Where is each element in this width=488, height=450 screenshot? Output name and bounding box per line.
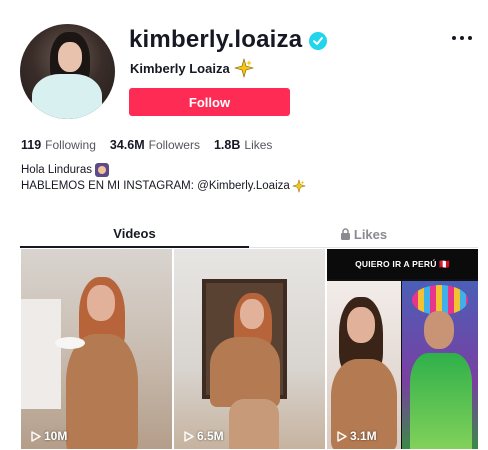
profile-display-name: Kimberly Loaiza	[130, 61, 230, 76]
likes-count: 1.8B	[213, 138, 241, 152]
video-thumbnail[interactable]: 10M	[21, 249, 172, 449]
video-views-count: 3.1M	[350, 429, 377, 443]
tab-videos[interactable]: Videos	[20, 220, 249, 248]
likes-label: Likes	[244, 138, 273, 152]
bio-line-1: Hola Linduras	[21, 164, 92, 176]
play-icon	[31, 430, 41, 442]
video-views: 3.1M	[337, 429, 377, 443]
following-count: 119	[21, 138, 42, 152]
video-person	[174, 249, 325, 449]
video-person	[402, 281, 478, 449]
video-person	[327, 281, 401, 449]
girl-emoji-icon	[94, 163, 109, 177]
video-thumbnail[interactable]: QUIERO IR A PERÚ 🇵🇪 3.1M	[327, 249, 478, 449]
more-options-icon[interactable]	[452, 33, 472, 43]
tab-likes[interactable]: Likes	[249, 220, 478, 248]
sparkle-emoji-icon	[291, 179, 306, 193]
play-icon	[184, 430, 194, 442]
profile-bio: Hola Linduras HABLEMOS EN MI INSTAGRAM: …	[21, 162, 306, 194]
video-person	[21, 249, 172, 449]
profile-tabs: Videos Likes	[20, 220, 478, 248]
followers-label[interactable]: Followers	[149, 138, 200, 152]
video-views-count: 6.5M	[197, 429, 224, 443]
video-views: 10M	[31, 429, 67, 443]
sparkle-emoji-icon	[234, 58, 254, 78]
follow-button[interactable]: Follow	[129, 88, 290, 116]
profile-stats: 119 Following 34.6M Followers 1.8B Likes	[21, 138, 286, 152]
avatar-sweater	[32, 74, 102, 119]
video-caption: QUIERO IR A PERÚ 🇵🇪	[327, 249, 478, 279]
bio-line-2: HABLEMOS EN MI INSTAGRAM: @Kimberly.Loai…	[21, 180, 290, 192]
tab-videos-label: Videos	[113, 225, 156, 241]
following-label[interactable]: Following	[45, 138, 96, 152]
video-views-count: 10M	[44, 429, 68, 443]
profile-avatar[interactable]	[20, 24, 115, 119]
video-views: 6.5M	[184, 429, 224, 443]
video-grid: 10M 6.5M QUIERO IR A PERÚ 🇵🇪 3.1M	[21, 249, 478, 449]
lock-icon	[340, 228, 350, 240]
tab-likes-label: Likes	[353, 226, 388, 242]
verified-badge-icon	[309, 32, 327, 50]
play-icon	[337, 430, 347, 442]
profile-username: kimberly.loaiza	[129, 26, 303, 53]
followers-count: 34.6M	[109, 138, 145, 152]
avatar-face	[58, 42, 82, 72]
video-thumbnail[interactable]: 6.5M	[174, 249, 325, 449]
